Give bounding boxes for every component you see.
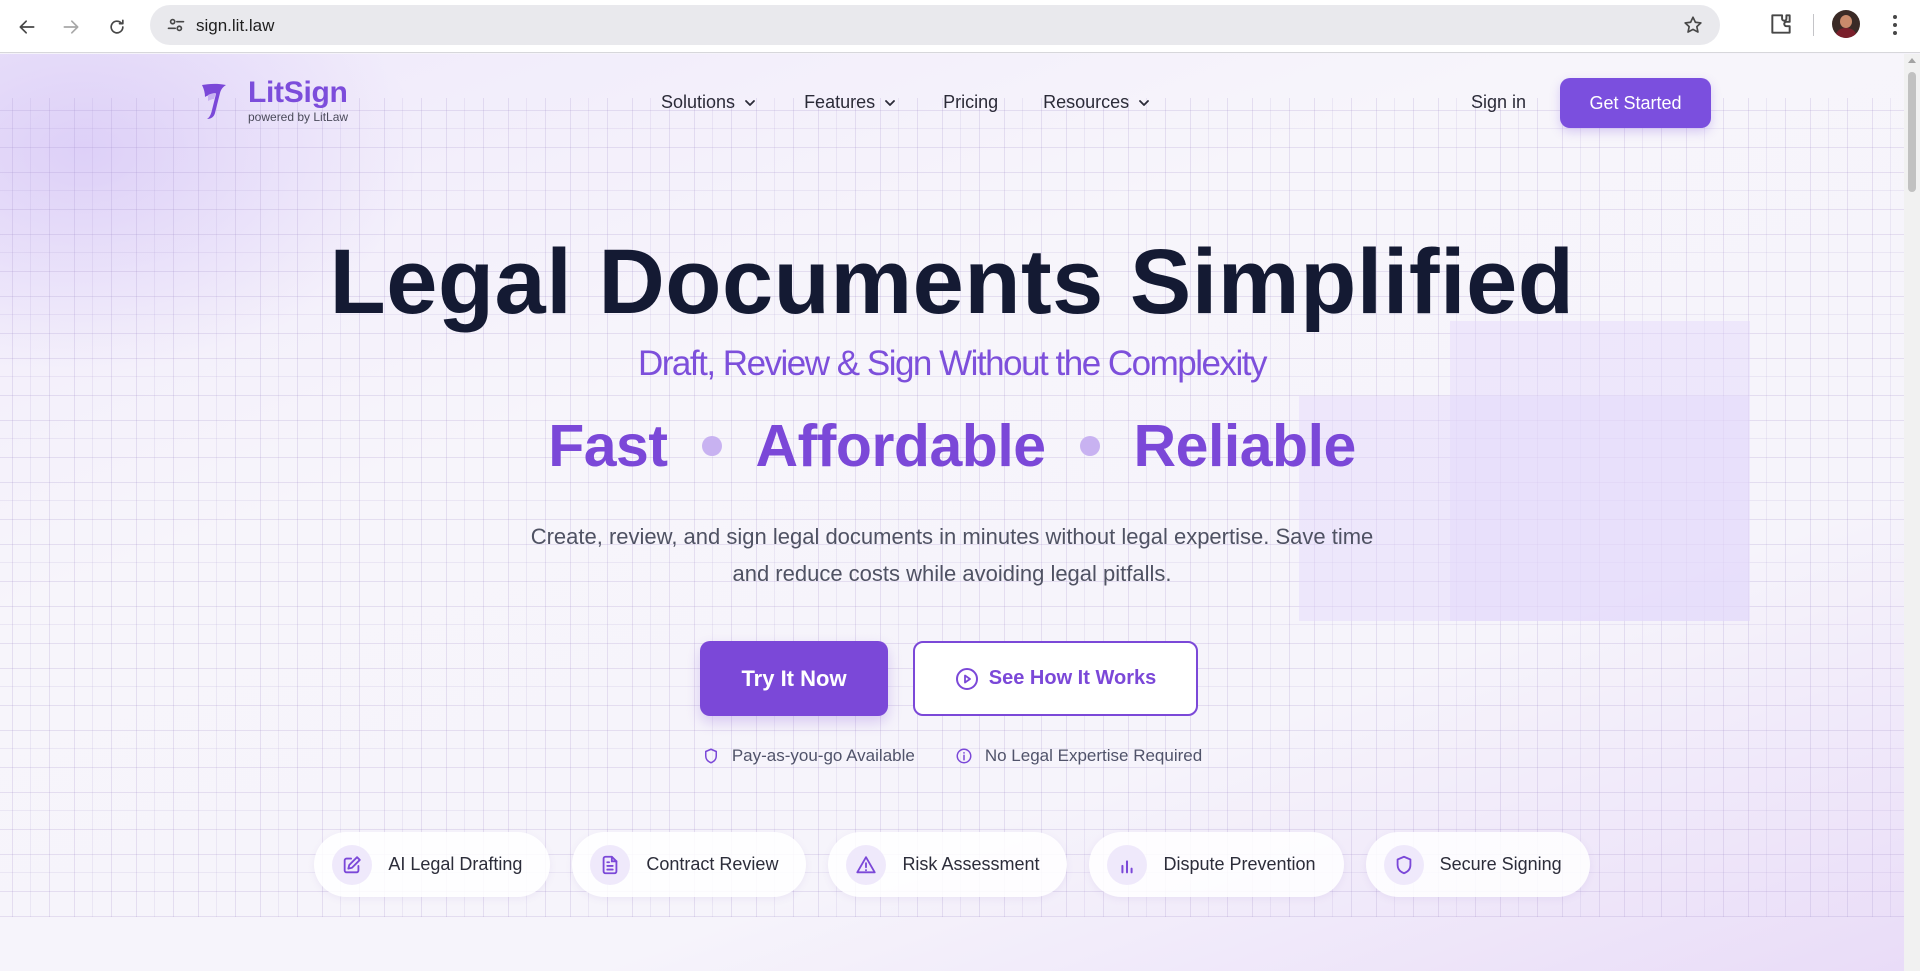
arrow-right-icon — [63, 20, 79, 34]
warning-icon — [846, 844, 887, 885]
sign-in-link[interactable]: Sign in — [1471, 92, 1526, 113]
extensions-icon[interactable] — [1768, 11, 1794, 37]
toolbar-divider — [1813, 14, 1814, 36]
brand-logo[interactable]: LitSign powered by LitLaw — [196, 78, 348, 124]
note-label: Pay-as-you-go Available — [731, 746, 915, 765]
edit-icon — [332, 844, 373, 885]
bookmark-star-icon[interactable] — [1682, 14, 1704, 36]
nav-label: Resources — [1043, 92, 1130, 112]
feature-chip-dispute-prevention[interactable]: Dispute Prevention — [1089, 832, 1344, 897]
feature-label: AI Legal Drafting — [388, 854, 523, 874]
play-circle-icon — [955, 667, 978, 690]
back-button[interactable] — [8, 8, 46, 46]
hero-title: Legal Documents Simplified — [329, 231, 1575, 333]
site-settings-icon[interactable] — [164, 14, 188, 36]
feature-chips: AI Legal Drafting Contract Review Risk A… — [0, 832, 1904, 897]
try-it-now-button[interactable]: Try It Now — [700, 641, 888, 716]
nav-label: Solutions — [661, 92, 736, 112]
chevron-down-icon — [885, 99, 896, 106]
page-scrollbar[interactable] — [1904, 54, 1920, 971]
scrollbar-thumb[interactable] — [1908, 72, 1916, 192]
hero-subtitle: Draft, Review & Sign Without the Complex… — [638, 344, 1267, 383]
chevron-down-icon — [1139, 99, 1150, 106]
browser-toolbar: sign.lit.law — [0, 0, 1920, 53]
nav-pricing[interactable]: Pricing — [943, 92, 998, 113]
nav-resources[interactable]: Resources — [1043, 92, 1151, 113]
pill-separator-dot — [1079, 436, 1100, 456]
address-bar[interactable]: sign.lit.law — [150, 5, 1720, 45]
feature-chip-ai-drafting[interactable]: AI Legal Drafting — [314, 832, 551, 897]
pill-separator-dot — [701, 436, 722, 456]
profile-avatar[interactable] — [1832, 10, 1860, 38]
hero-notes: Pay-as-you-go Available No Legal Experti… — [0, 746, 1904, 766]
forward-button[interactable] — [52, 8, 90, 46]
url-text: sign.lit.law — [196, 16, 275, 35]
feature-label: Dispute Prevention — [1163, 854, 1316, 874]
nav-solutions[interactable]: Solutions — [661, 92, 757, 113]
reload-icon — [110, 19, 124, 34]
browser-menu-icon[interactable] — [1883, 12, 1907, 38]
feature-label: Contract Review — [646, 854, 779, 874]
feature-chip-contract-review[interactable]: Contract Review — [572, 832, 807, 897]
shield-icon — [1383, 844, 1424, 885]
see-how-label: See How It Works — [988, 667, 1157, 689]
nav-label: Pricing — [943, 92, 999, 112]
pill-reliable: Reliable — [1133, 413, 1357, 479]
hero-description: Create, review, and sign legal documents… — [530, 524, 1374, 586]
reload-button[interactable] — [98, 8, 136, 46]
brand-name: LitSign — [248, 76, 348, 109]
brand-tagline: powered by LitLaw — [248, 110, 349, 124]
pill-affordable: Affordable — [755, 413, 1047, 479]
feature-label: Risk Assessment — [902, 854, 1040, 874]
feature-label: Secure Signing — [1439, 854, 1562, 874]
litsign-logo-icon — [202, 83, 226, 119]
see-how-it-works-button[interactable]: See How It Works — [913, 641, 1198, 716]
feature-chip-risk-assessment[interactable]: Risk Assessment — [828, 832, 1068, 897]
document-icon — [590, 844, 631, 885]
note-no-expertise: No Legal Expertise Required — [955, 746, 1202, 766]
hero-pills: Fast Affordable Reliable — [0, 412, 1904, 480]
arrow-left-icon — [19, 20, 35, 34]
nav-label: Features — [804, 92, 876, 112]
nav-features[interactable]: Features — [804, 92, 897, 113]
main-nav: Solutions Features Pricing Resources — [661, 92, 1151, 113]
pill-fast: Fast — [548, 413, 668, 479]
feature-chip-secure-signing[interactable]: Secure Signing — [1365, 832, 1590, 897]
info-icon — [956, 748, 972, 764]
note-pay-as-you-go: Pay-as-you-go Available — [702, 746, 915, 766]
note-label: No Legal Expertise Required — [984, 746, 1203, 765]
chevron-down-icon — [745, 99, 755, 106]
chart-bars-icon — [1107, 844, 1148, 885]
get-started-button[interactable]: Get Started — [1560, 78, 1711, 128]
shield-icon — [704, 748, 717, 764]
